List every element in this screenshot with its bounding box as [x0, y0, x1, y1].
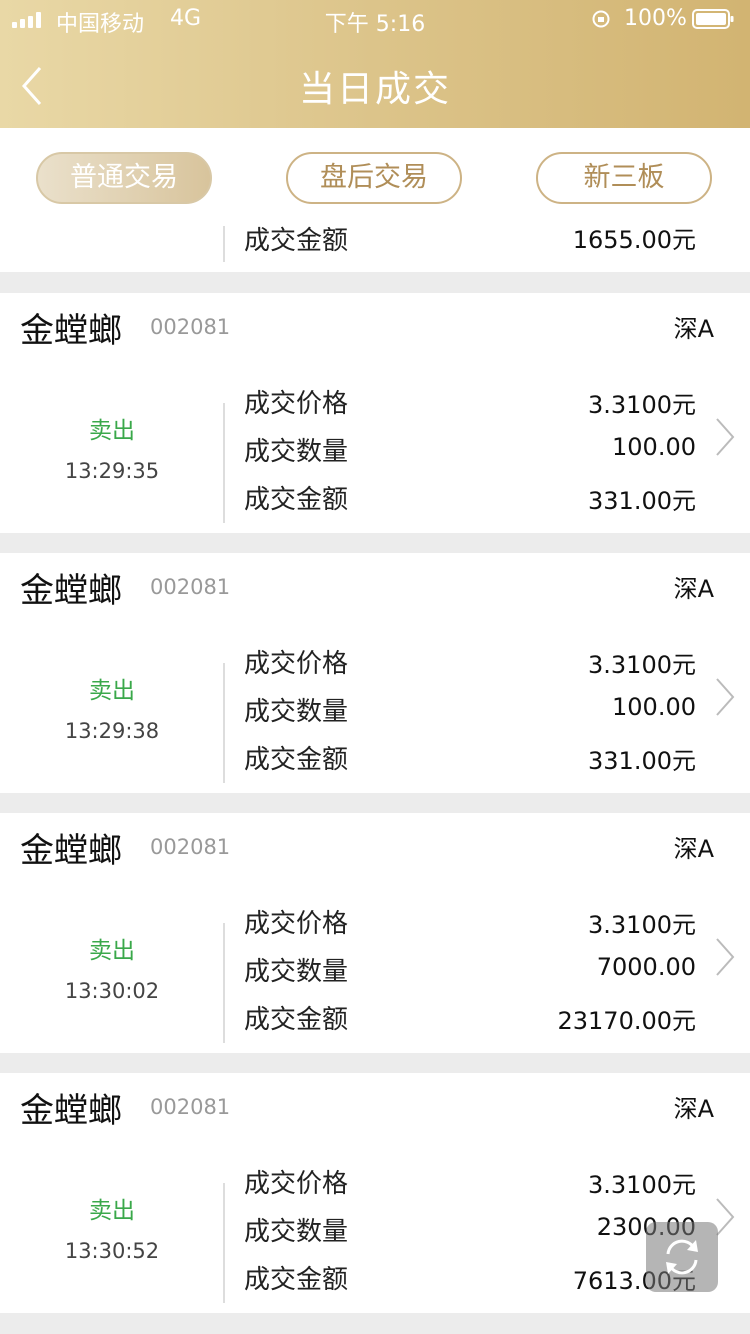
amount-label: 成交金额: [244, 485, 349, 515]
card-divider: [223, 403, 225, 523]
card-divider: [223, 226, 225, 262]
amount-label: 成交金额: [244, 226, 349, 256]
price-label: 成交价格: [244, 649, 349, 679]
battery-percent: 100%: [624, 6, 687, 31]
quantity-value: 100.00: [612, 433, 696, 461]
trade-time: 13:30:52: [64, 1239, 160, 1263]
stock-name: 金螳螂: [20, 311, 122, 351]
trade-time: 13:29:35: [64, 459, 160, 483]
market-label: 深A: [673, 315, 714, 343]
quantity-value: 7000.00: [596, 953, 696, 981]
quantity-value: 100.00: [612, 693, 696, 721]
trade-side: 卖出: [89, 418, 135, 444]
stock-name: 金螳螂: [20, 831, 122, 871]
amount-value: 331.00元: [588, 747, 696, 775]
stock-name: 金螳螂: [20, 1091, 122, 1131]
status-bar: 中国移动 4G 下午 5:16 100%: [0, 0, 750, 40]
title-bar: 当日成交: [0, 52, 750, 120]
quantity-label: 成交数量: [244, 957, 349, 987]
trade-card[interactable]: 金螳螂 002081 深A 卖出 13:30:52 成交价格 3.3100元 成…: [0, 1073, 750, 1313]
trade-type-tabs: 普通交易 盘后交易 新三板: [0, 128, 750, 226]
trade-side: 卖出: [89, 678, 135, 704]
refresh-button[interactable]: [646, 1222, 718, 1292]
price-label: 成交价格: [244, 909, 349, 939]
amount-value: 331.00元: [588, 487, 696, 515]
quantity-label: 成交数量: [244, 1217, 349, 1247]
card-divider: [223, 923, 225, 1043]
stock-code: 002081: [150, 575, 231, 599]
amount-label: 成交金额: [244, 1265, 349, 1295]
tab-after-hours-trading[interactable]: 盘后交易: [286, 152, 462, 204]
chevron-right-icon: [716, 418, 735, 456]
card-divider: [223, 663, 225, 783]
trade-time: 13:30:02: [64, 979, 160, 1003]
stock-code: 002081: [150, 1095, 231, 1119]
market-label: 深A: [673, 835, 714, 863]
app-header: 中国移动 4G 下午 5:16 100% 当日成交: [0, 0, 750, 128]
amount-label: 成交金额: [244, 1005, 349, 1035]
amount-value: 1655.00元: [572, 226, 696, 254]
trade-time: 13:29:38: [64, 719, 160, 743]
price-label: 成交价格: [244, 389, 349, 419]
stock-code: 002081: [150, 835, 231, 859]
price-label: 成交价格: [244, 1169, 349, 1199]
tab-regular-trading[interactable]: 普通交易: [36, 152, 212, 204]
quantity-label: 成交数量: [244, 437, 349, 467]
quantity-label: 成交数量: [244, 697, 349, 727]
tab-new-third-board[interactable]: 新三板: [536, 152, 712, 204]
battery-icon: [692, 9, 734, 29]
trade-card-partial[interactable]: 成交金额 1655.00元: [0, 226, 750, 272]
price-value: 3.3100元: [588, 1171, 696, 1199]
chevron-right-icon: [716, 938, 735, 976]
amount-value: 23170.00元: [557, 1007, 696, 1035]
trade-side: 卖出: [89, 938, 135, 964]
trade-card[interactable]: 金螳螂 002081 深A 卖出 13:30:02 成交价格 3.3100元 成…: [0, 813, 750, 1053]
trade-card[interactable]: 金螳螂 002081 深A 卖出 13:29:38 成交价格 3.3100元 成…: [0, 553, 750, 793]
trade-side: 卖出: [89, 1198, 135, 1224]
price-value: 3.3100元: [588, 391, 696, 419]
refresh-icon: [666, 1239, 698, 1275]
rotation-lock-icon: [592, 10, 610, 28]
stock-code: 002081: [150, 315, 231, 339]
chevron-right-icon: [716, 678, 735, 716]
card-divider: [223, 1183, 225, 1303]
market-label: 深A: [673, 1095, 714, 1123]
trade-card[interactable]: 金螳螂 002081 深A 卖出 13:29:35 成交价格 3.3100元 成…: [0, 293, 750, 533]
page-title: 当日成交: [298, 69, 451, 110]
market-label: 深A: [673, 575, 714, 603]
price-value: 3.3100元: [588, 651, 696, 679]
amount-label: 成交金额: [244, 745, 349, 775]
price-value: 3.3100元: [588, 911, 696, 939]
stock-name: 金螳螂: [20, 571, 122, 611]
